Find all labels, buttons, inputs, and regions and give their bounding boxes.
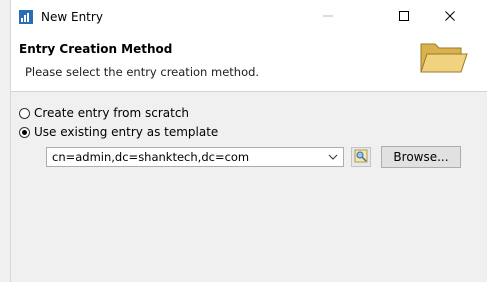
header-title: Entry Creation Method [19,42,173,56]
app-icon [19,10,33,24]
minimize-icon[interactable] [319,7,337,25]
search-entry-icon [354,149,368,166]
title-bar: New Entry [11,0,487,34]
radio-scratch-label: Create entry from scratch [34,106,190,120]
header-description: Please select the entry creation method. [25,65,260,79]
close-icon[interactable] [441,7,459,25]
radio-unchecked-icon[interactable] [19,107,30,119]
entry-search-button[interactable] [351,147,371,167]
radio-template-label: Use existing entry as template [34,125,219,139]
chevron-down-icon[interactable] [327,151,339,163]
radio-use-template[interactable]: Use existing entry as template [19,125,218,139]
window-title: New Entry [41,10,103,24]
browse-button[interactable]: Browse... [381,146,461,168]
template-entry-combo[interactable]: cn=admin,dc=shanktech,dc=com [46,147,344,167]
folder-icon [417,36,469,78]
template-entry-value: cn=admin,dc=shanktech,dc=com [52,150,250,164]
new-entry-dialog: New Entry Entry Creation Method Please s… [10,0,487,282]
maximize-icon[interactable] [395,7,413,25]
radio-create-from-scratch[interactable]: Create entry from scratch [19,106,189,120]
radio-checked-icon[interactable] [19,126,30,138]
dialog-body: Create entry from scratch Use existing e… [11,92,487,282]
wizard-header: Entry Creation Method Please select the … [11,34,487,90]
